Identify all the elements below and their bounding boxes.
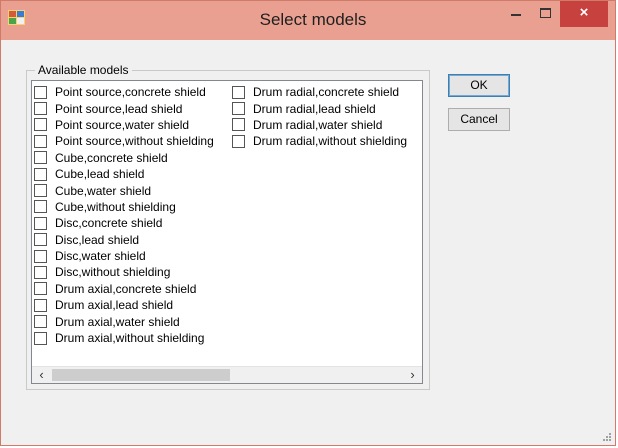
list-item[interactable]: Drum axial,water shield — [34, 313, 214, 329]
list-item-label: Drum axial,concrete shield — [55, 281, 197, 296]
checkbox[interactable] — [34, 134, 47, 148]
list-item-label: Cube,without shielding — [55, 199, 176, 214]
list-item-label: Point source,lead shield — [55, 101, 183, 116]
checkbox[interactable] — [34, 200, 47, 214]
list-item[interactable]: Drum radial,water shield — [232, 117, 407, 133]
scrollbar-thumb[interactable] — [52, 369, 230, 381]
checkbox[interactable] — [232, 118, 245, 132]
checkbox[interactable] — [232, 134, 245, 148]
checkbox[interactable] — [34, 151, 47, 165]
list-item-label: Disc,concrete shield — [55, 216, 163, 231]
scroll-left-icon[interactable]: ‹ — [33, 367, 50, 383]
list-item-label: Drum axial,lead shield — [55, 298, 174, 313]
list-item-label: Drum radial,lead shield — [253, 101, 376, 116]
checkbox[interactable] — [34, 331, 47, 345]
checkbox[interactable] — [34, 233, 47, 247]
checkbox[interactable] — [232, 102, 245, 116]
list-column-2: Drum radial,concrete shield Drum radial,l… — [232, 84, 407, 150]
resize-grip-icon[interactable] — [602, 432, 612, 442]
checkbox[interactable] — [34, 216, 47, 230]
list-item-label: Point source,without shielding — [55, 134, 214, 149]
list-item-label: Point source,water shield — [55, 117, 190, 132]
list-item[interactable]: Disc,lead shield — [34, 232, 214, 248]
checkbox[interactable] — [34, 315, 47, 329]
list-item-label: Point source,concrete shield — [55, 85, 206, 100]
list-item-label: Disc,without shielding — [55, 265, 171, 280]
checkbox[interactable] — [232, 85, 245, 99]
checkbox[interactable] — [34, 282, 47, 296]
list-item[interactable]: Cube,lead shield — [34, 166, 214, 182]
list-item[interactable]: Drum axial,without shielding — [34, 330, 214, 346]
minimize-icon — [511, 14, 521, 16]
ok-button[interactable]: OK — [448, 74, 510, 97]
checkbox[interactable] — [34, 298, 47, 312]
list-item[interactable]: Point source,lead shield — [34, 100, 214, 116]
list-item-label: Drum radial,without shielding — [253, 134, 408, 149]
list-item-label: Drum axial,water shield — [55, 314, 180, 329]
scroll-right-icon[interactable]: › — [404, 367, 421, 383]
list-item-label: Drum axial,without shielding — [55, 331, 205, 346]
list-item-label: Cube,concrete shield — [55, 150, 168, 165]
checkbox[interactable] — [34, 85, 47, 99]
checkbox[interactable] — [34, 102, 47, 116]
list-item[interactable]: Drum radial,without shielding — [232, 133, 407, 149]
list-item-label: Cube,lead shield — [55, 167, 145, 182]
select-models-dialog: Select models × Available models Point s… — [0, 0, 616, 446]
checkbox[interactable] — [34, 167, 47, 181]
checkbox[interactable] — [34, 265, 47, 279]
list-item[interactable]: Disc,water shield — [34, 248, 214, 264]
list-item[interactable]: Drum radial,concrete shield — [232, 84, 407, 100]
horizontal-scrollbar[interactable]: ‹ › — [32, 366, 422, 383]
maximize-icon — [539, 8, 551, 18]
list-item[interactable]: Disc,concrete shield — [34, 215, 214, 231]
list-item-label: Cube,water shield — [55, 183, 152, 198]
checkbox[interactable] — [34, 118, 47, 132]
maximize-button[interactable] — [531, 1, 559, 27]
list-item-label: Drum radial,water shield — [253, 117, 383, 132]
minimize-button[interactable] — [502, 1, 530, 27]
list-item-label: Drum radial,concrete shield — [253, 85, 400, 100]
list-item[interactable]: Point source,concrete shield — [34, 84, 214, 100]
close-icon: × — [579, 4, 589, 21]
checkbox[interactable] — [34, 249, 47, 263]
cancel-button[interactable]: Cancel — [448, 108, 510, 131]
list-item[interactable]: Cube,without shielding — [34, 199, 214, 215]
list-item[interactable]: Point source,water shield — [34, 117, 214, 133]
list-item[interactable]: Drum radial,lead shield — [232, 100, 407, 116]
group-label: Available models — [35, 63, 132, 77]
close-button[interactable]: × — [560, 1, 608, 27]
checkbox[interactable] — [34, 184, 47, 198]
list-item[interactable]: Drum axial,lead shield — [34, 297, 214, 313]
list-item[interactable]: Disc,without shielding — [34, 264, 214, 280]
list-item-label: Disc,lead shield — [55, 232, 140, 247]
list-item[interactable]: Cube,water shield — [34, 182, 214, 198]
list-item[interactable]: Cube,concrete shield — [34, 150, 214, 166]
list-column-1: Point source,concrete shield Point source… — [34, 84, 214, 346]
list-item-label: Disc,water shield — [55, 249, 146, 264]
list-item[interactable]: Point source,without shielding — [34, 133, 214, 149]
list-item[interactable]: Drum axial,concrete shield — [34, 281, 214, 297]
models-checked-list[interactable]: Point source,concrete shield Point source… — [31, 80, 423, 384]
title-bar[interactable]: Select models × — [1, 1, 615, 40]
